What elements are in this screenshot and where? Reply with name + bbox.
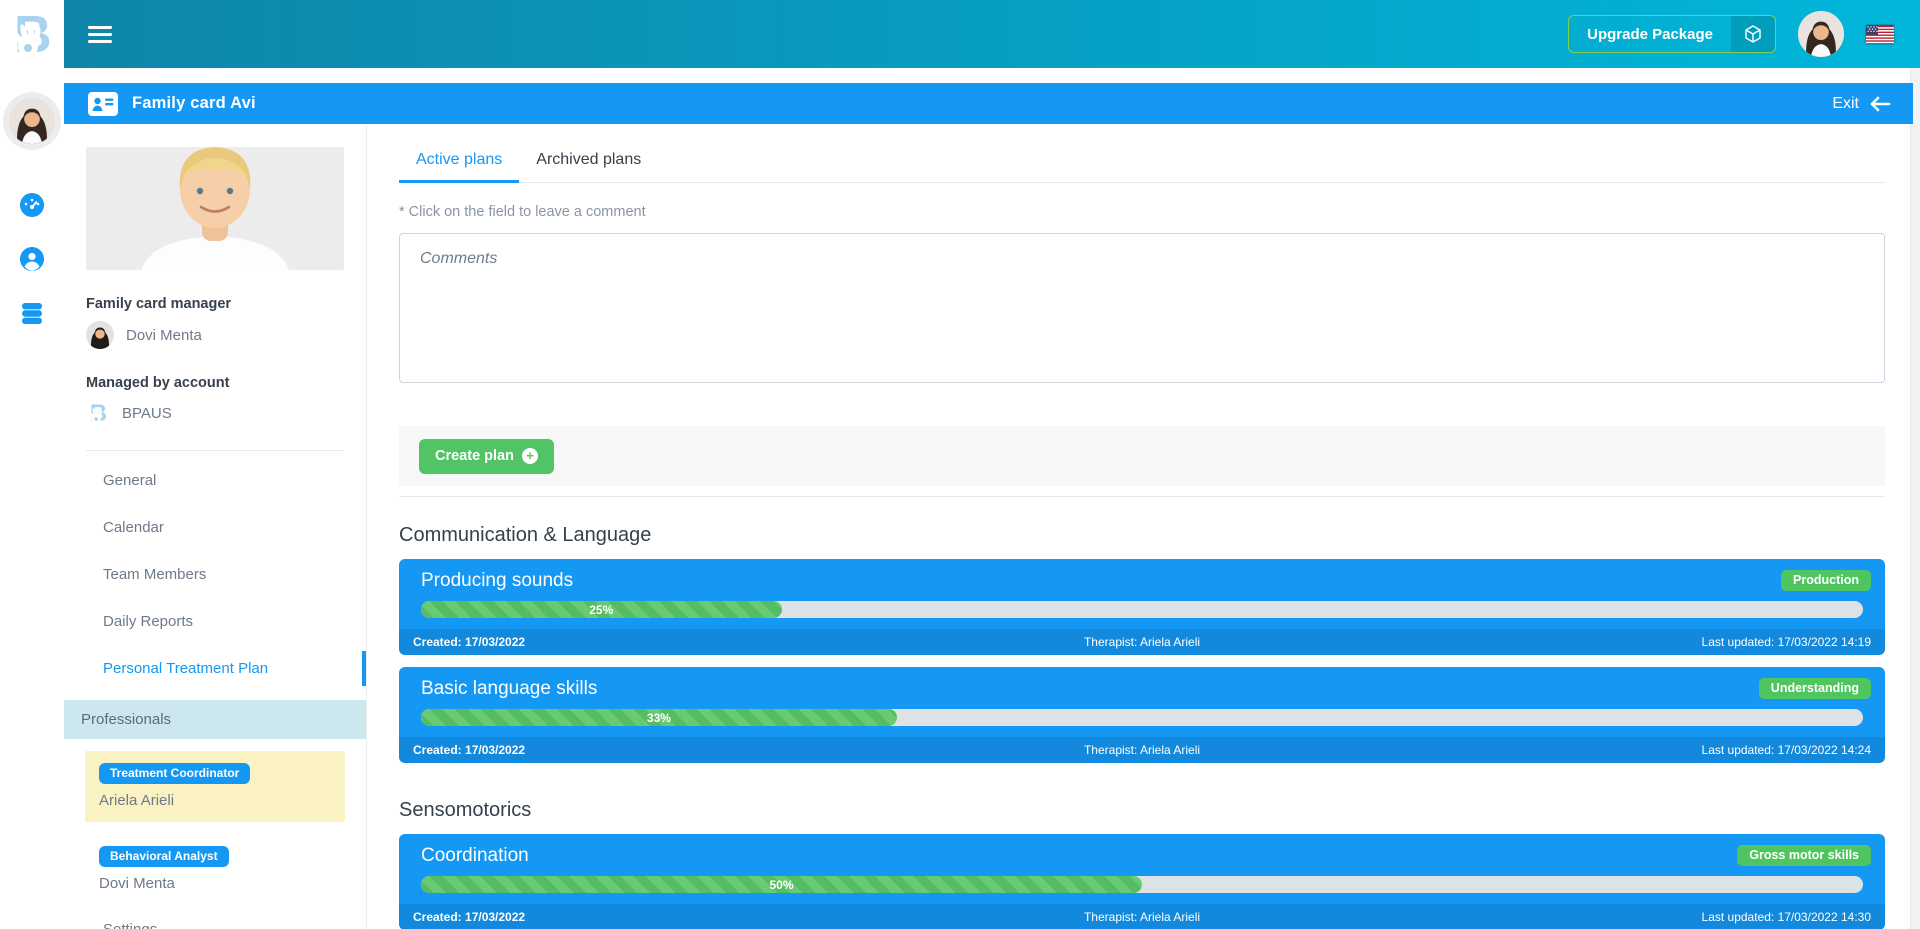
create-plan-label: Create plan [435, 448, 514, 464]
create-plan-band: Create plan + [399, 426, 1885, 486]
package-icon [1731, 16, 1775, 52]
professional-item[interactable]: Behavioral Analyst Dovi Menta [85, 834, 345, 905]
section-cards: Producing sounds Production 25% Created:… [399, 559, 1885, 763]
last-updated-label: Last updated: 17/03/2022 14:19 [1385, 635, 1871, 649]
category-badge: Production [1781, 570, 1871, 591]
professionals-section-header[interactable]: Professionals [64, 700, 366, 739]
account-logo-icon [86, 400, 110, 426]
created-label: Created: 17/03/2022 [413, 743, 899, 757]
therapist-label: Therapist: Ariela Arieli [899, 635, 1385, 649]
plan-section: Sensomotorics Coordination Gross motor s… [399, 799, 1885, 929]
main-content: Active plansArchived plans * Click on th… [367, 124, 1905, 929]
family-card-icon [88, 92, 118, 116]
progress-label: 25% [589, 603, 613, 617]
therapist-label: Therapist: Ariela Arieli [899, 743, 1385, 757]
sidebar-nav: GeneralCalendarTeam MembersDaily Reports… [64, 457, 366, 692]
category-badge: Gross motor skills [1737, 845, 1871, 866]
us-flag-icon[interactable] [1866, 25, 1894, 44]
progress-label: 33% [647, 711, 671, 725]
plan-card[interactable]: Producing sounds Production 25% Created:… [399, 559, 1885, 655]
progress-fill: 25% [421, 601, 782, 618]
section-title: Sensomotorics [399, 799, 1885, 822]
bpaus-logo-icon[interactable] [6, 8, 58, 62]
sidebar-nav-item[interactable]: General [64, 457, 366, 504]
database-icon[interactable] [19, 300, 45, 326]
progress-bar: 50% [421, 876, 1863, 893]
plan-footer: Created: 17/03/2022 Therapist: Ariela Ar… [399, 904, 1885, 929]
role-badge: Behavioral Analyst [99, 846, 229, 867]
plan-title: Basic language skills [421, 678, 1863, 700]
plus-icon: + [522, 448, 538, 464]
role-badge: Treatment Coordinator [99, 763, 250, 784]
managed-by-account-label: Managed by account [86, 375, 344, 391]
created-label: Created: 17/03/2022 [413, 635, 899, 649]
plan-footer: Created: 17/03/2022 Therapist: Ariela Ar… [399, 629, 1885, 655]
upgrade-package-button[interactable]: Upgrade Package [1568, 15, 1776, 53]
exit-arrow-icon [1869, 96, 1891, 112]
comments-input[interactable] [399, 233, 1885, 383]
section-title: Communication & Language [399, 524, 1885, 547]
child-photo [86, 147, 344, 270]
sidebar-nav-item[interactable]: Personal Treatment Plan [64, 645, 366, 692]
family-card-header: Family card Avi Exit [64, 83, 1913, 124]
hamburger-menu-icon[interactable] [88, 22, 112, 47]
exit-button[interactable]: Exit [1832, 95, 1891, 113]
progress-bar: 33% [421, 709, 1863, 726]
therapist-label: Therapist: Ariela Arieli [899, 910, 1385, 924]
comment-hint: * Click on the field to leave a comment [399, 204, 1885, 220]
left-rail [0, 0, 64, 929]
manager-name: Dovi Menta [126, 327, 202, 344]
manager-avatar [86, 321, 114, 349]
exit-label: Exit [1832, 95, 1859, 113]
rail-avatar-ring [3, 92, 61, 150]
plan-title: Coordination [421, 845, 1863, 867]
sidebar-nav-item[interactable]: Team Members [64, 551, 366, 598]
sidebar-nav-item[interactable]: Daily Reports [64, 598, 366, 645]
account-name: BPAUS [122, 405, 172, 422]
progress-bar: 25% [421, 601, 1863, 618]
plans-tab[interactable]: Active plans [399, 141, 519, 182]
user-avatar[interactable] [9, 98, 55, 144]
dashboard-icon[interactable] [19, 192, 45, 218]
plan-card[interactable]: Coordination Gross motor skills 50% Crea… [399, 834, 1885, 929]
main-divider [399, 496, 1885, 497]
plan-footer: Created: 17/03/2022 Therapist: Ariela Ar… [399, 737, 1885, 763]
last-updated-label: Last updated: 17/03/2022 14:30 [1385, 910, 1871, 924]
plan-title: Producing sounds [421, 570, 1863, 592]
plans-tab[interactable]: Archived plans [519, 141, 658, 182]
account-icon[interactable] [19, 246, 45, 272]
sidebar-nav-item[interactable]: Calendar [64, 504, 366, 551]
sidebar-item-settings[interactable]: Settings [64, 905, 366, 929]
plan-card[interactable]: Basic language skills Understanding 33% … [399, 667, 1885, 763]
page-title: Family card Avi [132, 94, 256, 113]
last-updated-label: Last updated: 17/03/2022 14:24 [1385, 743, 1871, 757]
plans-tabs: Active plansArchived plans [399, 141, 1885, 183]
vertical-scrollbar[interactable] [1910, 68, 1920, 929]
professional-name: Dovi Menta [99, 875, 331, 892]
created-label: Created: 17/03/2022 [413, 910, 899, 924]
section-cards: Coordination Gross motor skills 50% Crea… [399, 834, 1885, 929]
topbar: Upgrade Package [64, 0, 1920, 68]
plan-section: Communication & Language Producing sound… [399, 524, 1885, 763]
topbar-user-avatar[interactable] [1798, 11, 1844, 57]
professional-item[interactable]: Treatment Coordinator Ariela Arieli [85, 751, 345, 822]
progress-fill: 33% [421, 709, 897, 726]
family-card-manager-label: Family card manager [86, 296, 344, 312]
family-card-sidebar: Family card manager Dovi Menta Managed b… [64, 124, 367, 929]
panel-divider [86, 450, 344, 451]
category-badge: Understanding [1759, 678, 1871, 699]
progress-label: 50% [769, 878, 793, 892]
professional-name: Ariela Arieli [99, 792, 331, 809]
progress-fill: 50% [421, 876, 1142, 893]
app-root: Upgrade Package [0, 0, 1920, 929]
upgrade-package-label: Upgrade Package [1569, 16, 1731, 52]
create-plan-button[interactable]: Create plan + [419, 439, 554, 474]
